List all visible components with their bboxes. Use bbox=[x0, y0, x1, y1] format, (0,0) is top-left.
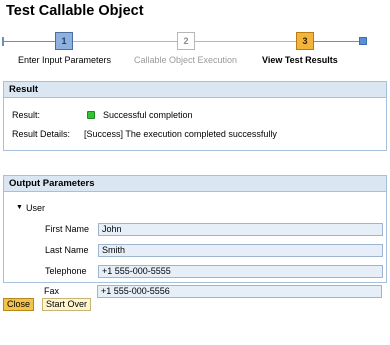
fax-field[interactable]: +1 555-000-5556 bbox=[97, 285, 382, 298]
roadmap-step-3[interactable]: 3 bbox=[296, 32, 314, 50]
result-panel-header: Result bbox=[4, 82, 386, 98]
roadmap-step-2-label: Callable Object Execution bbox=[134, 55, 238, 65]
roadmap-step-2: 2 bbox=[177, 32, 195, 50]
roadmap-connector bbox=[195, 41, 296, 42]
last-name-field[interactable]: Smith bbox=[98, 244, 383, 257]
fax-label: Fax bbox=[44, 286, 60, 296]
result-details-label: Result Details: bbox=[12, 129, 71, 139]
roadmap-step-3-label[interactable]: View Test Results bbox=[262, 55, 338, 65]
close-button[interactable]: Close bbox=[3, 298, 35, 311]
roadmap-end-marker bbox=[359, 37, 367, 45]
roadmap-connector bbox=[314, 41, 359, 42]
expand-triangle-icon[interactable]: ▼ bbox=[16, 204, 23, 211]
page-title: Test Callable Object bbox=[6, 3, 144, 19]
result-details-value: [Success] The execution completed succes… bbox=[84, 129, 277, 139]
telephone-label: Telephone bbox=[45, 266, 87, 276]
output-panel-header: Output Parameters bbox=[4, 176, 386, 192]
success-status-icon bbox=[87, 111, 95, 119]
last-name-label: Last Name bbox=[45, 245, 89, 255]
first-name-label: First Name bbox=[45, 224, 90, 234]
roadmap-connector bbox=[73, 41, 177, 42]
roadmap-step-1-label[interactable]: Enter Input Parameters bbox=[18, 55, 111, 65]
first-name-field[interactable]: John bbox=[98, 223, 383, 236]
telephone-field[interactable]: +1 555-000-5555 bbox=[98, 265, 383, 278]
roadmap-connector bbox=[4, 41, 55, 42]
roadmap: 1 2 3 Enter Input Parameters Callable Ob… bbox=[0, 28, 390, 72]
start-over-button[interactable]: Start Over bbox=[42, 298, 92, 311]
roadmap-step-1[interactable]: 1 bbox=[55, 32, 73, 50]
result-label: Result: bbox=[12, 110, 41, 120]
result-value: Successful completion bbox=[103, 110, 193, 120]
tree-node-user[interactable]: User bbox=[26, 203, 45, 213]
result-panel: Result Result: Successful completion Res… bbox=[3, 81, 387, 151]
output-parameters-panel: Output Parameters ▼ User First Name John… bbox=[3, 175, 387, 283]
